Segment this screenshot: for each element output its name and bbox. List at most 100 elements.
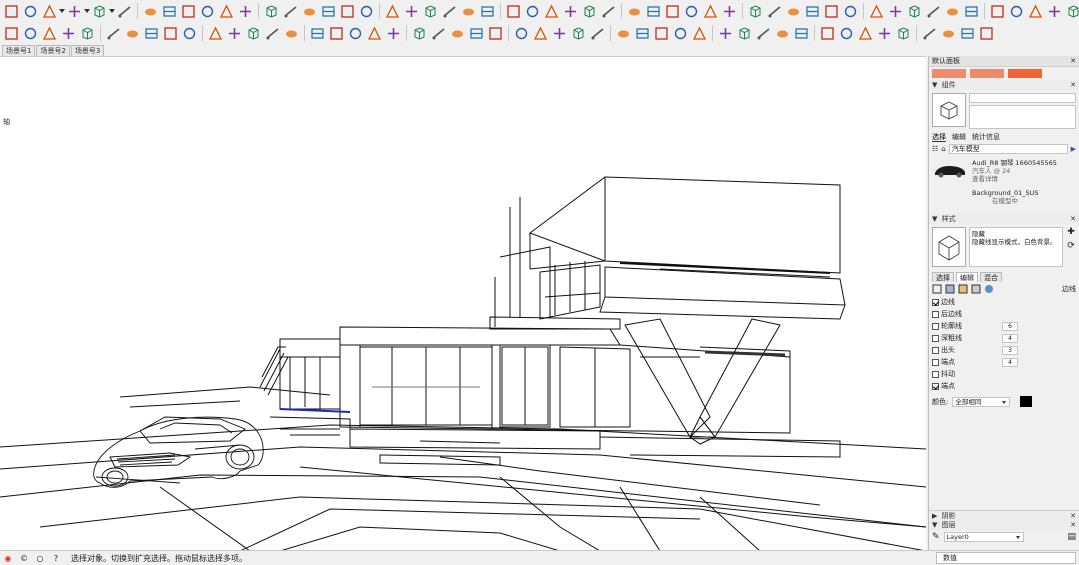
warehouse-icon[interactable] xyxy=(441,3,458,20)
extension-icon[interactable] xyxy=(460,3,477,20)
round-corner-icon[interactable] xyxy=(963,3,980,20)
joint-push-icon[interactable] xyxy=(989,3,1006,20)
push-pull-icon[interactable] xyxy=(887,3,904,20)
vray-icon[interactable] xyxy=(1065,3,1079,20)
edge-color-select[interactable]: 全部相同 xyxy=(952,396,1011,407)
pan-icon[interactable] xyxy=(301,3,318,20)
section-plane-icon[interactable] xyxy=(422,3,439,20)
dimension-icon[interactable] xyxy=(263,3,280,20)
checkbox[interactable] xyxy=(932,310,939,318)
explode-icon[interactable] xyxy=(430,25,447,42)
model-viewport[interactable]: 轴 xyxy=(0,56,926,550)
option-back-edges[interactable]: 后边线 xyxy=(929,308,1079,320)
left-view-icon[interactable] xyxy=(264,25,281,42)
shadows-header[interactable]: ▶ 阴影 ✕ xyxy=(929,510,1079,520)
checkbox[interactable] xyxy=(932,346,939,354)
checkbox[interactable] xyxy=(932,298,939,306)
select-icon[interactable] xyxy=(3,3,20,20)
list-item[interactable]: Audi_R8 钢琴 1660545565 汽车人 @ 24 查看详情 xyxy=(929,156,1079,186)
tab-statistics[interactable]: 统计信息 xyxy=(972,132,1000,142)
curviloft-icon[interactable] xyxy=(944,3,961,20)
sphere-icon[interactable] xyxy=(513,25,530,42)
house-icon[interactable] xyxy=(615,25,632,42)
checkbox[interactable] xyxy=(932,358,939,366)
ruby-icon[interactable] xyxy=(823,3,840,20)
user-icon[interactable]: ○ xyxy=(35,553,45,563)
shape-bender-icon[interactable] xyxy=(925,3,942,20)
solid-union-icon[interactable] xyxy=(479,3,496,20)
star-icon[interactable] xyxy=(691,25,708,42)
iso-view-icon[interactable] xyxy=(162,25,179,42)
wireframe-icon[interactable] xyxy=(60,25,77,42)
perspective-icon[interactable] xyxy=(309,25,326,42)
hide-icon[interactable] xyxy=(3,25,20,42)
depth-cue-input[interactable]: 4 xyxy=(1002,333,1018,343)
tab-scene-2[interactable]: 场景号2 xyxy=(36,45,70,56)
search-icon[interactable] xyxy=(857,25,874,42)
option-endpoints[interactable]: 端点 4 xyxy=(929,356,1079,368)
extension-input[interactable]: 3 xyxy=(1002,345,1018,355)
text-icon[interactable] xyxy=(218,3,235,20)
dropdown-arrow-icon[interactable] xyxy=(59,3,65,20)
walk-icon[interactable] xyxy=(384,3,401,20)
textured-icon[interactable] xyxy=(124,25,141,42)
diagonal-icon[interactable] xyxy=(940,25,957,42)
dropdown-arrow-icon[interactable] xyxy=(109,3,115,20)
tab-edit[interactable]: 编辑 xyxy=(952,132,966,142)
fog-icon[interactable] xyxy=(683,3,700,20)
measurements-box[interactable]: 数值 xyxy=(936,552,1076,564)
offset-icon[interactable] xyxy=(906,3,923,20)
cone-icon[interactable] xyxy=(487,25,504,42)
zoom-extents-icon[interactable] xyxy=(339,3,356,20)
curve-tool-icon[interactable] xyxy=(589,25,606,42)
solid-subtract-icon[interactable] xyxy=(505,3,522,20)
material-swatch-2[interactable] xyxy=(970,69,1004,78)
layer-select[interactable]: Layer0 xyxy=(943,532,1024,542)
square-icon[interactable] xyxy=(838,25,855,42)
corner-icon[interactable] xyxy=(959,25,976,42)
move-cross-icon[interactable] xyxy=(793,25,810,42)
torus-icon[interactable] xyxy=(532,25,549,42)
funnel-icon[interactable] xyxy=(634,25,651,42)
make-unique-icon[interactable] xyxy=(411,25,428,42)
instructor-icon[interactable] xyxy=(785,3,802,20)
shell-icon[interactable] xyxy=(581,3,598,20)
close-icon[interactable]: ✕ xyxy=(1070,80,1076,90)
background-settings-icon[interactable] xyxy=(958,284,968,294)
component-description-field[interactable] xyxy=(969,105,1076,129)
modeling-settings-icon[interactable] xyxy=(984,284,994,294)
entity-info-icon[interactable] xyxy=(804,3,821,20)
rotate-icon[interactable] xyxy=(142,3,159,20)
tab-scene-3[interactable]: 场景号3 xyxy=(70,45,105,56)
match-photo-icon[interactable] xyxy=(721,3,738,20)
eraser-icon[interactable] xyxy=(22,3,39,20)
material-icon[interactable] xyxy=(91,3,108,20)
option-profiles[interactable]: 轮廓线 6 xyxy=(929,320,1079,332)
component-name-field[interactable] xyxy=(969,93,1076,103)
option-halo[interactable]: 端点 xyxy=(929,380,1079,392)
styles-header[interactable]: ▼ 样式 ✕ xyxy=(929,214,1079,224)
follow-me-icon[interactable] xyxy=(868,3,885,20)
view-options-icon[interactable]: ☷ xyxy=(932,145,938,153)
polygon-icon[interactable] xyxy=(736,25,753,42)
right-view-icon[interactable] xyxy=(226,25,243,42)
checkbox[interactable] xyxy=(932,370,939,378)
tab-select[interactable]: 选择 xyxy=(932,132,946,142)
style-icon[interactable] xyxy=(664,3,681,20)
update-style-icon[interactable]: ⟳ xyxy=(1067,241,1075,251)
dome-icon[interactable] xyxy=(717,25,734,42)
report-icon[interactable] xyxy=(626,3,643,20)
tape-measure-icon[interactable] xyxy=(180,3,197,20)
edge-color-swatch[interactable] xyxy=(1020,396,1033,407)
option-jitter[interactable]: 抖动 xyxy=(929,368,1079,380)
split-icon[interactable] xyxy=(562,3,579,20)
x-mark-icon[interactable] xyxy=(921,25,938,42)
pencil-icon[interactable]: ✎ xyxy=(932,532,940,542)
two-point-icon[interactable] xyxy=(347,25,364,42)
fredo-scale-icon[interactable] xyxy=(1008,3,1025,20)
refresh-icon[interactable] xyxy=(819,25,836,42)
option-depth-cue[interactable]: 深粗线 4 xyxy=(929,332,1079,344)
arc-tool-icon[interactable] xyxy=(570,25,587,42)
bottom-view-icon[interactable] xyxy=(283,25,300,42)
option-edges[interactable]: 边线 xyxy=(929,296,1079,308)
